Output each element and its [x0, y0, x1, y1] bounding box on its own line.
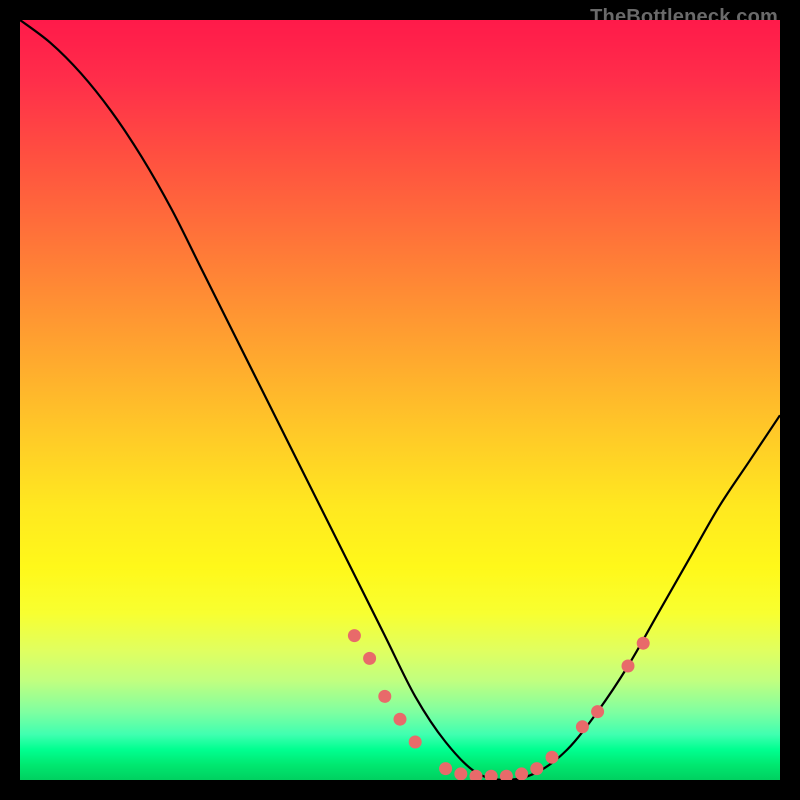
data-marker: [409, 736, 422, 749]
curve-svg: [20, 20, 780, 780]
data-marker: [470, 770, 483, 780]
data-marker: [515, 767, 528, 780]
bottleneck-curve: [20, 20, 780, 780]
data-marker: [348, 629, 361, 642]
curve-path-group: [20, 20, 780, 780]
plot-area: [20, 20, 780, 780]
data-marker: [500, 770, 513, 780]
data-marker: [485, 770, 498, 780]
data-marker: [378, 690, 391, 703]
data-marker: [454, 767, 467, 780]
chart-container: TheBottleneck.com: [0, 0, 800, 800]
data-marker: [546, 751, 559, 764]
data-marker: [591, 705, 604, 718]
data-marker: [622, 660, 635, 673]
data-marker: [394, 713, 407, 726]
data-marker: [637, 637, 650, 650]
data-marker: [439, 762, 452, 775]
data-marker: [363, 652, 376, 665]
data-marker: [530, 762, 543, 775]
data-marker: [576, 720, 589, 733]
